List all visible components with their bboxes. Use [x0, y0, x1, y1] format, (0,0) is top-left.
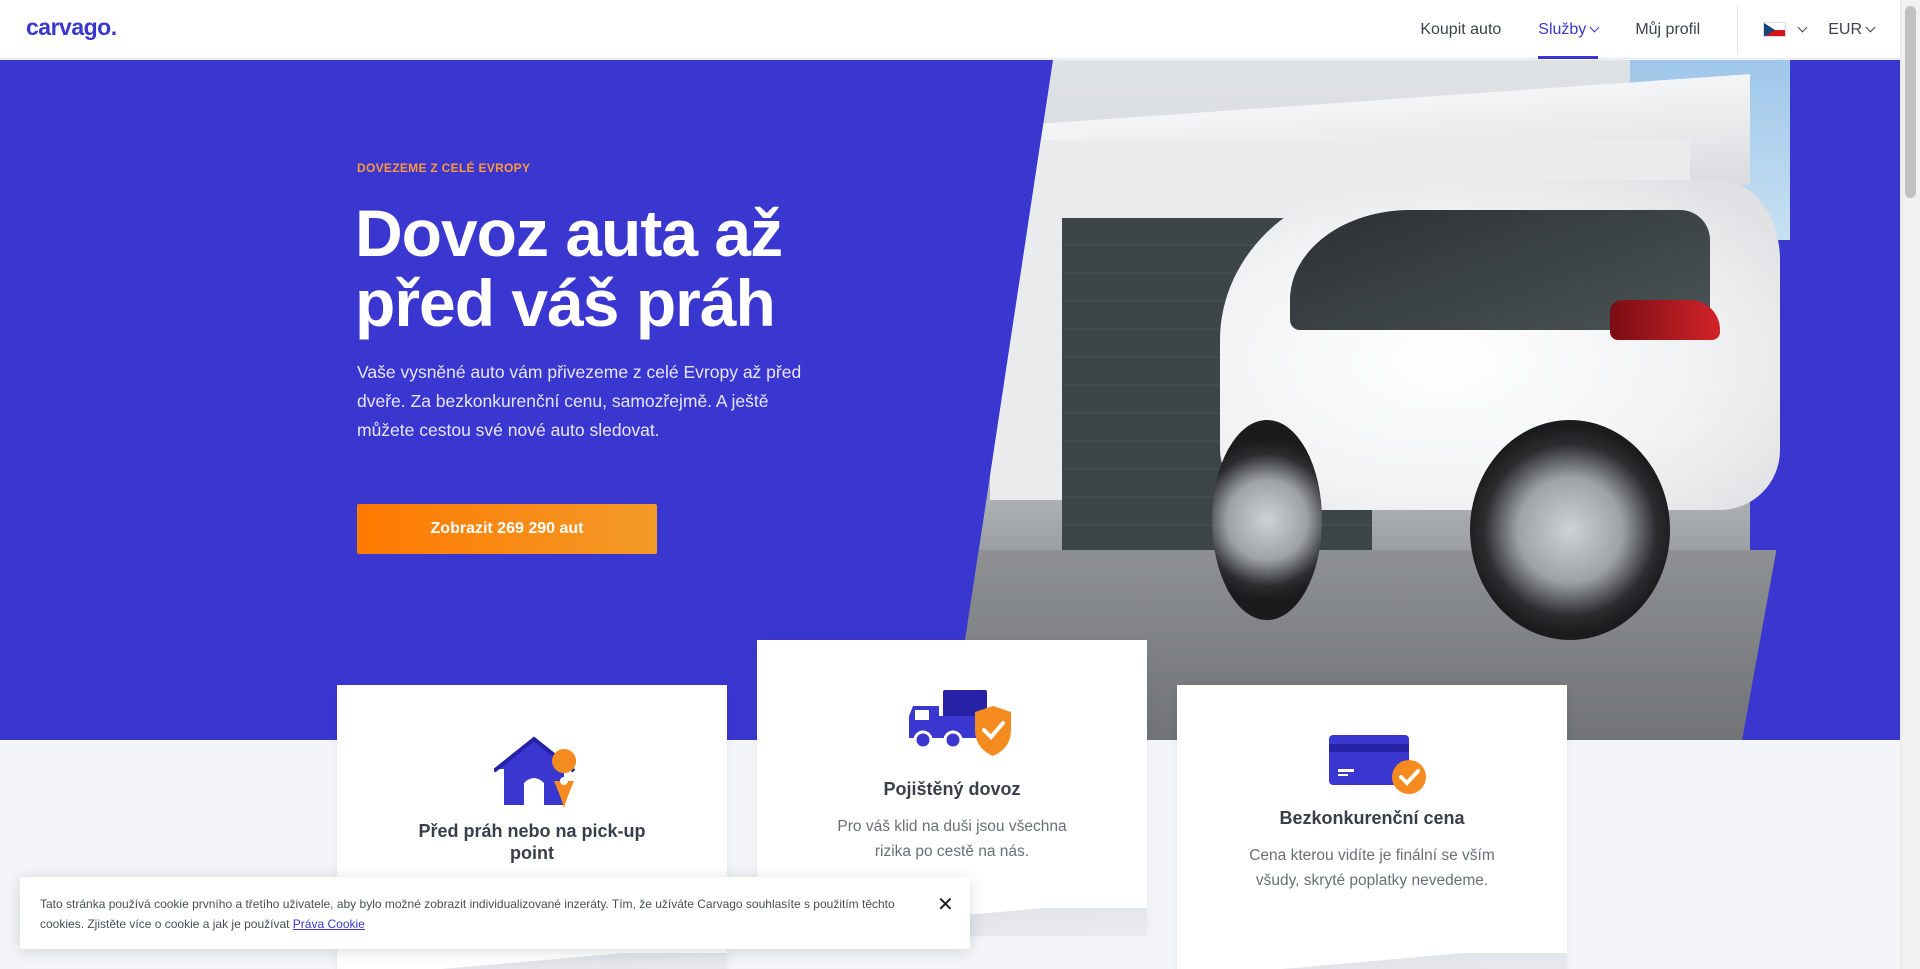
nav-label: Můj profil	[1635, 20, 1701, 38]
page-scrollbar[interactable]	[1900, 0, 1920, 969]
czech-flag-icon	[1763, 22, 1787, 37]
card-title: Pojištěný dovoz	[883, 779, 1021, 799]
nav-sluzby[interactable]: Služby	[1538, 0, 1600, 59]
chevron-down-icon	[1797, 22, 1808, 33]
credit-card-check-icon	[1329, 735, 1426, 794]
nav-koupit-auto[interactable]: Koupit auto	[1420, 0, 1501, 59]
hero-lead: Vaše vysněné auto vám přivezeme z celé E…	[357, 362, 802, 440]
feature-card-price: Bezkonkurenční cena Cena kterou vidíte j…	[1177, 685, 1567, 969]
nav-muj-profil[interactable]: Můj profil	[1635, 0, 1700, 59]
nav-label: Služby	[1538, 20, 1587, 38]
house-location-icon	[494, 736, 577, 809]
currency-selector[interactable]: EUR	[1828, 20, 1876, 39]
cookie-banner: Tato stránka používá cookie prvního a tř…	[20, 877, 970, 949]
insured-truck-icon	[909, 690, 1011, 756]
card-description: Pro váš klid na duši jsou všechna rizika…	[837, 818, 1067, 860]
card-title: Bezkonkurenční cena	[1279, 808, 1465, 828]
currency-label: EUR	[1828, 20, 1862, 38]
scrollbar-thumb[interactable]	[1905, 6, 1916, 198]
show-cars-button[interactable]: Zobrazit 269 290 aut	[357, 504, 657, 554]
chevron-down-icon	[1589, 22, 1600, 33]
hero-title: Dovoz auta až před váš práh	[355, 196, 783, 340]
cookie-text: Tato stránka používá cookie prvního a tř…	[40, 894, 900, 934]
nav-divider	[1737, 5, 1739, 54]
cookie-rights-link[interactable]: Práva Cookie	[293, 917, 365, 931]
hero-section: DOVEZEME Z CELÉ EVROPY Dovoz auta až pře…	[0, 60, 1900, 740]
chevron-down-icon	[1865, 22, 1876, 33]
card-title: Před práh nebo na pick-up point	[418, 821, 646, 863]
site-header: carvago. Koupit auto Služby Můj profil E…	[0, 0, 1900, 59]
main-nav: Koupit auto Služby Můj profil EUR	[1420, 0, 1900, 59]
card-description: Cena kterou vidíte je finální se vším vš…	[1249, 847, 1495, 889]
hero-car-photo	[950, 60, 1850, 740]
close-icon[interactable]: ✕	[937, 895, 954, 915]
language-selector[interactable]	[1763, 22, 1808, 37]
hero-kicker: DOVEZEME Z CELÉ EVROPY	[357, 161, 531, 175]
nav-label: Koupit auto	[1420, 20, 1502, 38]
carvago-logo[interactable]: carvago.	[26, 14, 117, 41]
cookie-message: Tato stránka používá cookie prvního a tř…	[40, 897, 895, 931]
